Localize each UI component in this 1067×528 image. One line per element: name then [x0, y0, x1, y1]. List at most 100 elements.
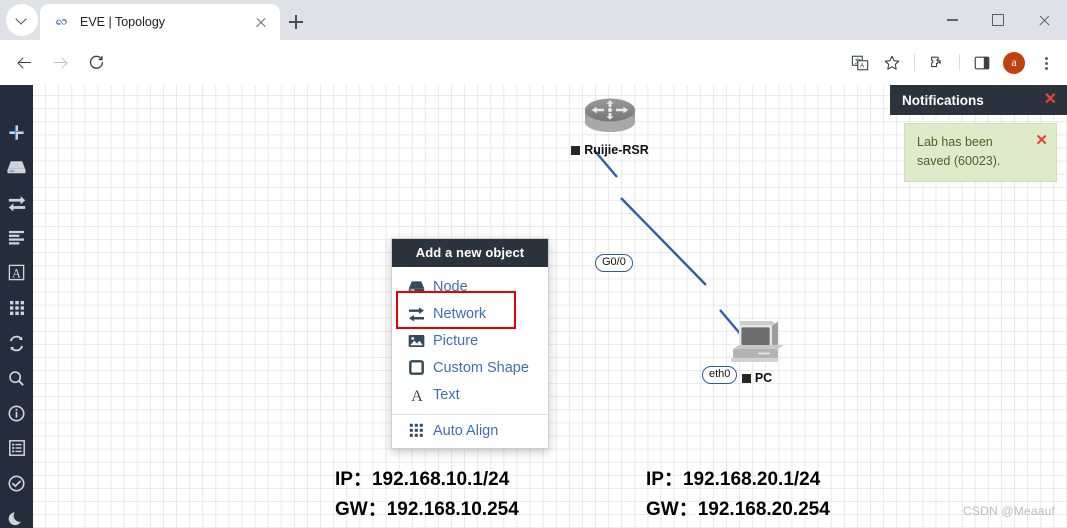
- sidebar-item-align[interactable]: [5, 228, 29, 247]
- toolbar-actions: 文 A: [845, 48, 1061, 78]
- check-circle-icon: [8, 475, 25, 492]
- node-label-text: PC: [754, 371, 773, 385]
- info-circle-icon: [8, 405, 25, 422]
- context-menu-item-picture[interactable]: Picture: [392, 327, 548, 354]
- context-menu-item-label: Text: [433, 386, 460, 403]
- tab-strip: EVE | Topology: [0, 0, 1067, 40]
- svg-text:A: A: [12, 267, 21, 281]
- node-state-square: [741, 373, 751, 383]
- notification-item[interactable]: Lab has been saved (60023). ✕: [904, 123, 1057, 182]
- context-menu-item-node[interactable]: Node: [392, 273, 548, 300]
- watermark: CSDN @Meaauf: [963, 504, 1055, 518]
- context-menu-item-label: Picture: [433, 332, 479, 349]
- magnifier-icon: [9, 370, 24, 386]
- link-segment: [620, 197, 707, 286]
- align-lines-icon: [8, 231, 25, 245]
- router-icon: [585, 98, 635, 132]
- puzzle-icon: [931, 56, 941, 67]
- side-panel-icon: [974, 56, 990, 69]
- sidebar-item-add-object[interactable]: [5, 123, 29, 142]
- context-menu-list: Node Network Picture Custom Shape A Text…: [392, 267, 548, 448]
- close-icon[interactable]: [252, 13, 270, 31]
- notifications-panel: Notifications ✕ Lab has been saved (6002…: [890, 85, 1067, 182]
- interface-label-text: eth0: [709, 368, 731, 380]
- kebab-menu-icon: [1038, 55, 1054, 71]
- server-icon: [7, 161, 26, 174]
- network-icon: [8, 196, 25, 212]
- interface-label-text: G0/0: [602, 256, 626, 268]
- svg-text:A: A: [411, 388, 423, 403]
- minimize-icon[interactable]: [929, 0, 975, 40]
- sidebar-item-refresh[interactable]: [5, 333, 29, 352]
- plus-icon: [9, 125, 24, 140]
- eve-sidebar: A: [0, 85, 33, 528]
- square-shape-icon: [408, 359, 425, 376]
- profile-button[interactable]: a: [999, 48, 1029, 78]
- chevron-down-icon: [17, 15, 27, 25]
- notifications-header: Notifications ✕: [890, 85, 1067, 115]
- eve-infinity-icon: [54, 14, 70, 30]
- annotation-left[interactable]: IP：192.168.10.1/24 GW：192.168.10.254: [335, 465, 519, 525]
- interface-label-eth0[interactable]: eth0: [702, 366, 738, 384]
- close-icon[interactable]: ✕: [1044, 92, 1057, 108]
- grid-icon: [9, 300, 24, 315]
- sidebar-item-zoom[interactable]: [5, 369, 29, 388]
- interface-label-g00[interactable]: G0/0: [595, 254, 633, 272]
- context-menu-add-object[interactable]: Add a new object Node Network Picture Cu…: [391, 238, 549, 449]
- window-controls: [929, 0, 1067, 40]
- toolbar-divider: [959, 54, 960, 71]
- context-menu-item-label: Network: [433, 305, 487, 322]
- picture-icon: [408, 332, 425, 349]
- sidebar-item-add-network[interactable]: [5, 193, 29, 212]
- tab-search-button[interactable]: [6, 4, 38, 36]
- forward-button[interactable]: [46, 49, 74, 77]
- context-menu-item-text[interactable]: A Text: [392, 381, 548, 408]
- sidebar-item-dark-mode[interactable]: [5, 509, 29, 528]
- extensions-button[interactable]: [922, 48, 952, 78]
- annotation-right[interactable]: IP：192.168.20.1/24 GW：192.168.20.254: [646, 465, 830, 525]
- sidebar-item-logs[interactable]: [5, 439, 29, 458]
- star-icon: [884, 55, 900, 70]
- context-menu-item-custom-shape[interactable]: Custom Shape: [392, 354, 548, 381]
- browser-tab[interactable]: EVE | Topology: [40, 4, 280, 40]
- node-label: Ruijie-RSR: [570, 143, 650, 157]
- side-panel-button[interactable]: [967, 48, 997, 78]
- context-menu-item-label: Auto Align: [433, 422, 499, 439]
- node-router[interactable]: Ruijie-RSR: [570, 96, 650, 157]
- node-state-square: [571, 145, 581, 155]
- context-menu-item-network[interactable]: Network: [392, 300, 548, 327]
- reload-button[interactable]: [82, 49, 110, 77]
- translate-icon: 文 A: [851, 55, 869, 70]
- context-menu-item-auto-align[interactable]: Auto Align: [392, 417, 548, 444]
- back-button[interactable]: [10, 49, 38, 77]
- bookmark-button[interactable]: [877, 48, 907, 78]
- sidebar-item-add-node[interactable]: [5, 158, 29, 177]
- eve-app-body: A Ruijie-RSR PC G0/0 eth0 IP：192.168.10.…: [0, 85, 1067, 528]
- close-icon[interactable]: ✕: [1035, 133, 1048, 171]
- browser-toolbar: 不安全 192.168.19.145/legacy/qiaojie.unl/to…: [0, 40, 1067, 118]
- node-server-icon: [408, 278, 425, 295]
- node-label-text: Ruijie-RSR: [584, 143, 649, 157]
- toolbar-divider: [914, 54, 915, 71]
- text-a-icon: A: [408, 386, 425, 403]
- notifications-title: Notifications: [902, 92, 984, 108]
- translate-button[interactable]: 文 A: [845, 48, 875, 78]
- annotation-line: GW：192.168.20.254: [646, 499, 830, 520]
- maximize-icon[interactable]: [975, 0, 1021, 40]
- browser-window: EVE | Topology A a A Ruijie-RSR PC G0/0 …: [0, 0, 1067, 528]
- sidebar-item-status[interactable]: [5, 474, 29, 493]
- notification-message: Lab has been saved (60023).: [917, 135, 1001, 168]
- arrow-left-icon: [16, 55, 32, 71]
- new-tab-button[interactable]: [282, 8, 310, 36]
- sidebar-item-info[interactable]: [5, 404, 29, 423]
- avatar: a: [1003, 51, 1025, 74]
- reload-icon: [89, 55, 103, 69]
- list-panel-icon: [8, 440, 25, 457]
- annotation-line: GW：192.168.10.254: [335, 499, 519, 520]
- context-menu-title: Add a new object: [392, 239, 548, 267]
- desktop-pc-icon: [731, 321, 784, 362]
- close-icon[interactable]: [1021, 0, 1067, 40]
- sidebar-item-grid[interactable]: [5, 298, 29, 317]
- sidebar-item-add-text[interactable]: A: [5, 263, 29, 282]
- chrome-menu-button[interactable]: [1031, 48, 1061, 78]
